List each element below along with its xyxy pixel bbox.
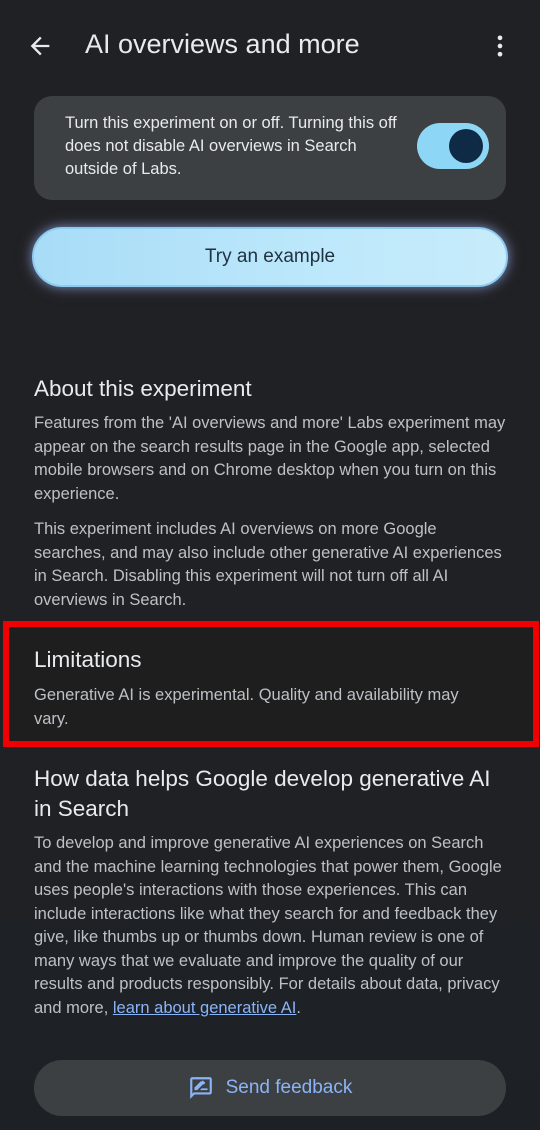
send-feedback-button[interactable]: Send feedback <box>34 1060 506 1116</box>
about-paragraph-1: Features from the 'AI overviews and more… <box>34 414 506 503</box>
toggle-description: Turn this experiment on or off. Turning … <box>65 114 397 178</box>
about-paragraph-2: This experiment includes AI overviews on… <box>34 520 502 609</box>
feedback-icon <box>189 1077 212 1099</box>
about-heading: About this experiment <box>34 376 252 401</box>
top-app-bar: AI overviews and more <box>0 0 540 90</box>
page-title: AI overviews and more <box>85 29 360 59</box>
more-options-button[interactable] <box>482 26 518 66</box>
experiment-toggle-switch[interactable] <box>417 123 489 169</box>
experiment-toggle-card: Turn this experiment on or off. Turning … <box>34 96 506 200</box>
arrow-back-icon <box>30 36 50 56</box>
try-example-button[interactable]: Try an example <box>32 227 508 287</box>
data-body-trailing: . <box>296 998 301 1017</box>
data-body: To develop and improve generative AI exp… <box>34 832 510 1020</box>
data-body-text: To develop and improve generative AI exp… <box>34 834 502 1017</box>
switch-thumb <box>449 129 483 163</box>
limitations-body: Generative AI is experimental. Quality a… <box>34 686 459 728</box>
settings-page: AI overviews and more Turn this experime… <box>0 0 540 1130</box>
back-button[interactable] <box>20 26 60 66</box>
send-feedback-label: Send feedback <box>225 1077 353 1098</box>
limitations-heading: Limitations <box>34 647 142 672</box>
data-heading: How data helps Google develop generative… <box>34 766 491 821</box>
learn-about-ai-link[interactable]: learn about generative AI <box>113 999 296 1017</box>
more-vert-icon <box>497 35 503 57</box>
